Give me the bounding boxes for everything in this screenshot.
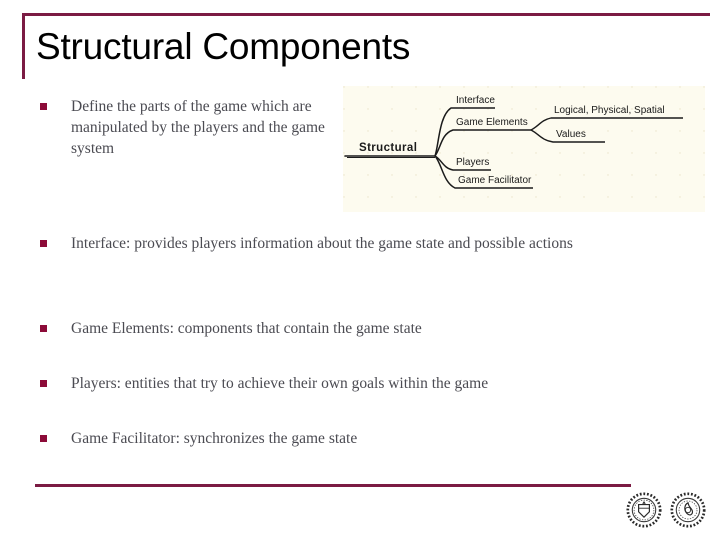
list-item: Game Elements: components that contain t… [40, 318, 665, 339]
mindmap-node-interface: Interface [456, 95, 495, 106]
bullet-square-icon [40, 240, 47, 247]
footer-seals [626, 492, 708, 532]
list-item-label: Game Facilitator: synchronizes the game … [71, 430, 358, 447]
mindmap-node-game-facilitator: Game Facilitator [458, 175, 532, 186]
university-seal-icon [626, 492, 662, 528]
mindmap-node-logical-physical-spatial: Logical, Physical, Spatial [554, 105, 665, 116]
bullet-square-icon [40, 325, 47, 332]
bullet-square-icon [40, 103, 47, 110]
footer-rule [35, 484, 631, 487]
list-item-label: Interface: provides players information … [71, 235, 573, 252]
list-item: Define the parts of the game which are m… [40, 96, 330, 159]
list-item-label: Players: entities that try to achieve th… [71, 375, 489, 392]
bullet-square-icon [40, 435, 47, 442]
mindmap-node-players: Players [456, 157, 490, 168]
list-item-label: Game Elements: components that contain t… [71, 320, 422, 337]
mindmap-node-game-elements: Game Elements [456, 117, 528, 128]
list-item: Game Facilitator: synchronizes the game … [40, 428, 665, 449]
university-seal-icon [670, 492, 706, 528]
title-top-rule [22, 13, 710, 16]
list-item-label: Define the parts of the game which are m… [71, 98, 325, 157]
structural-mindmap-diagram: Structural Interface Game Elements Playe… [343, 86, 705, 212]
list-item: Interface: provides players information … [40, 233, 665, 254]
page-title: Structural Components [36, 26, 411, 67]
mindmap-node-values: Values [556, 129, 586, 140]
title-left-rule [22, 13, 25, 79]
list-item: Players: entities that try to achieve th… [40, 373, 665, 394]
mindmap-node-structural: Structural [359, 142, 418, 154]
bullet-square-icon [40, 380, 47, 387]
